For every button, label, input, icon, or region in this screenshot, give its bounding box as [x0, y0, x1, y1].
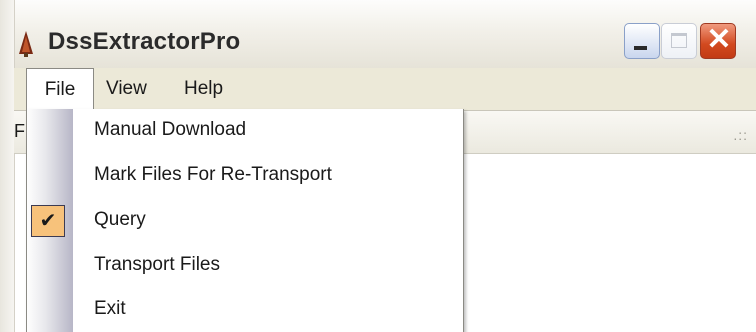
maximize-icon	[671, 33, 687, 48]
menu-item-label: Manual Download	[94, 119, 247, 140]
close-icon: ✕	[706, 23, 732, 56]
maximize-button[interactable]	[661, 23, 697, 59]
minimize-button[interactable]	[624, 23, 660, 59]
close-button[interactable]: ✕	[700, 23, 736, 59]
window-left-border	[0, 0, 15, 332]
menu-item-mark-files-for-re-transport[interactable]: Mark Files For Re-Transport	[27, 154, 463, 198]
app-window: DssExtractorPro ✕ File View Help F .:: M…	[0, 0, 756, 332]
resize-grip-icon[interactable]: .::	[733, 127, 748, 143]
menu-item-exit[interactable]: Exit	[27, 288, 463, 332]
toolstrip-partial-label: F	[14, 121, 25, 141]
menu-item-transport-files[interactable]: Transport Files	[27, 244, 463, 288]
menu-item-label: Query	[94, 209, 146, 230]
menu-item-label: Mark Files For Re-Transport	[94, 164, 332, 185]
menu-item-label: Exit	[94, 298, 126, 319]
menu-item-query[interactable]: ✔ Query	[27, 199, 463, 243]
checkmark-icon: ✔	[39, 210, 57, 232]
pine-tree-icon	[19, 31, 33, 57]
menu-item-label: Transport Files	[94, 254, 220, 275]
window-title: DssExtractorPro	[48, 28, 241, 55]
title-bar[interactable]: DssExtractorPro ✕	[0, 0, 756, 69]
checkmark-box: ✔	[31, 205, 65, 237]
file-menu-dropdown: Manual Download Mark Files For Re-Transp…	[26, 109, 464, 332]
menu-item-manual-download[interactable]: Manual Download	[27, 109, 463, 153]
menu-file[interactable]: File	[26, 68, 94, 110]
menu-bar: File View Help	[14, 68, 756, 111]
menu-help[interactable]: Help	[174, 68, 233, 110]
menu-view[interactable]: View	[96, 68, 157, 110]
minimize-icon	[634, 46, 647, 50]
